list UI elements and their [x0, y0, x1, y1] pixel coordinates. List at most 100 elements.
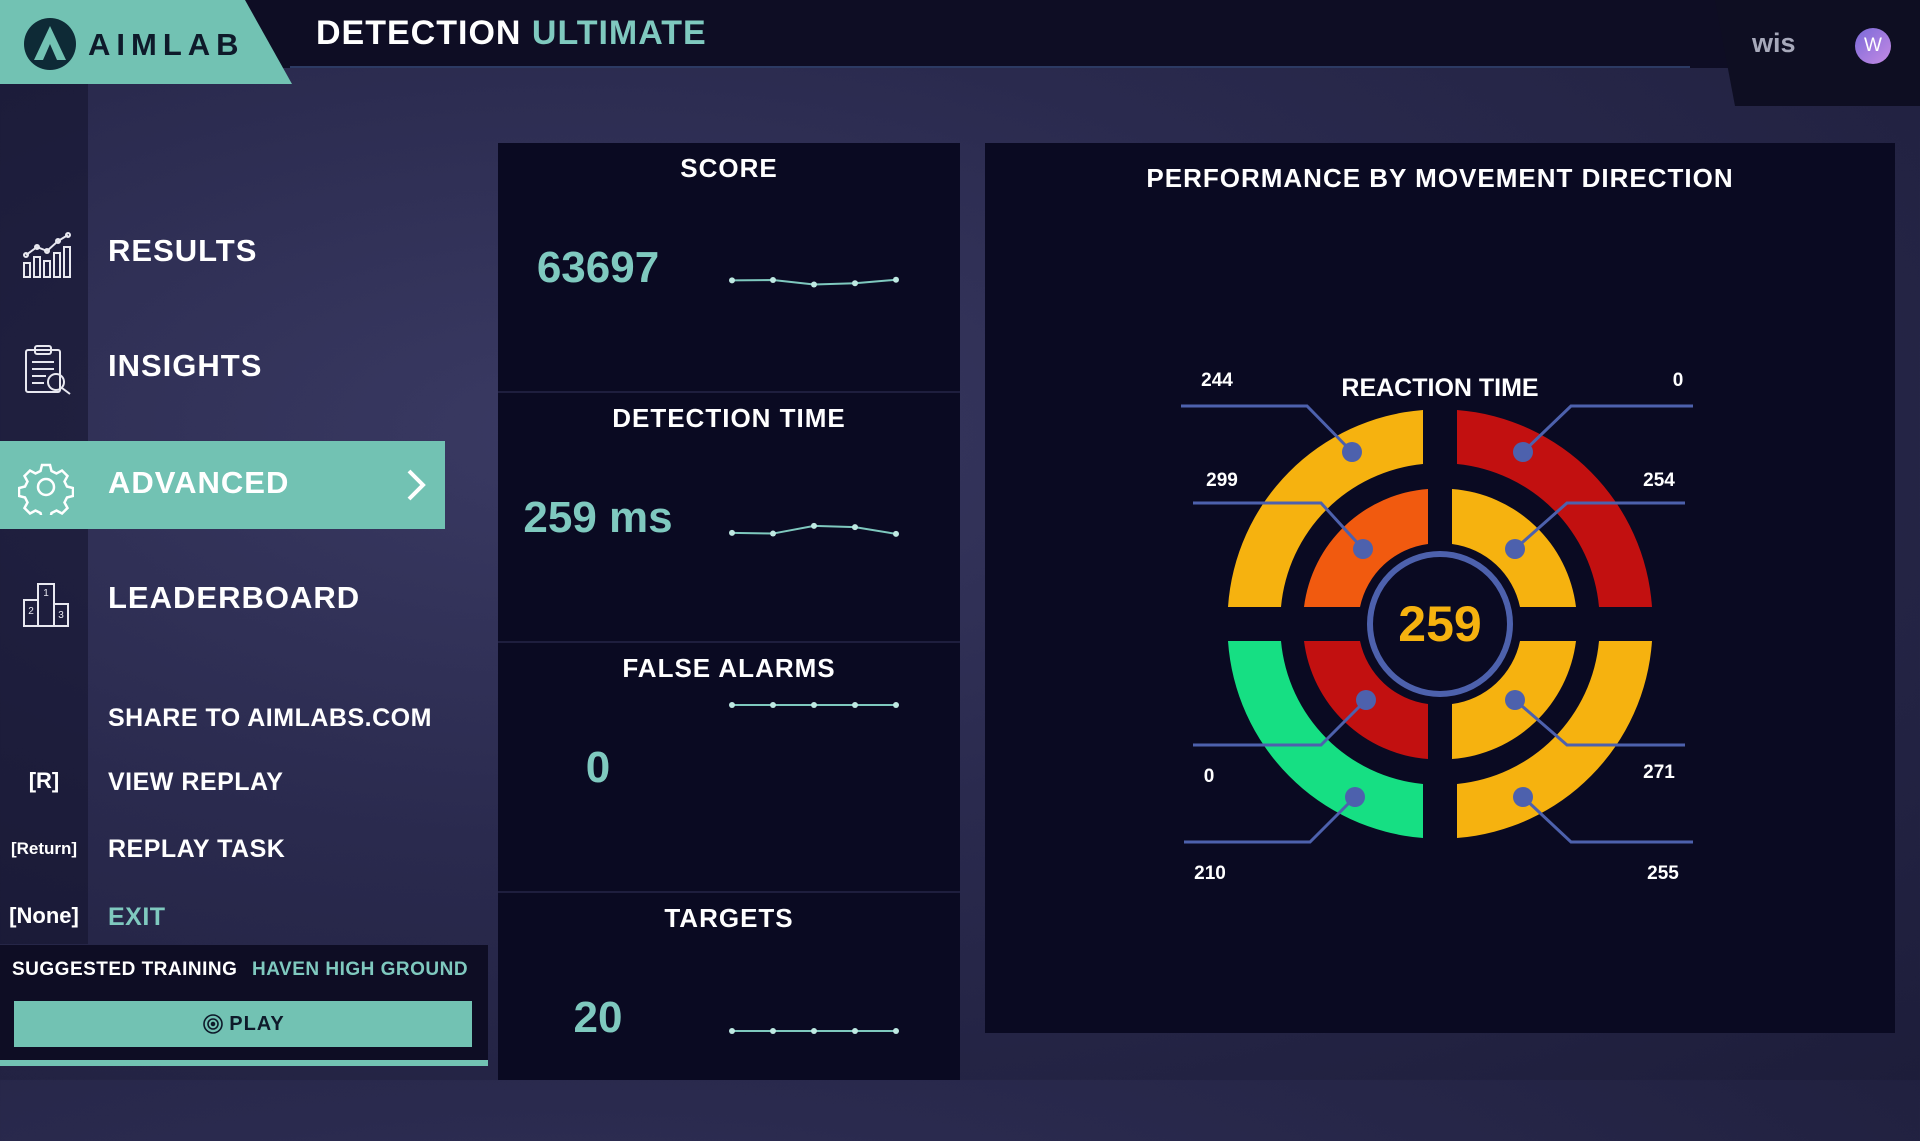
avatar[interactable]: W	[1855, 28, 1891, 64]
nav-item-advanced[interactable]: ADVANCED	[0, 441, 445, 529]
sparkline-point	[852, 280, 858, 287]
score-trend-sparkline	[729, 276, 899, 288]
stat-title: DETECTION TIME	[612, 403, 846, 433]
sparkline-point	[852, 524, 858, 531]
aimlab-logo-icon	[24, 18, 76, 70]
sparkline-point	[811, 281, 817, 288]
nav-label: RESULTS	[108, 233, 258, 268]
stat-value: 0	[585, 743, 611, 792]
exit-label: EXIT	[108, 903, 166, 931]
value-bottom-right-outer: 255	[1647, 863, 1679, 884]
stat-targets: TARGETS 20	[498, 893, 960, 1141]
task-title: DETECTION ULTIMATE	[316, 14, 707, 53]
stat-value: 259 ms	[523, 493, 673, 542]
sparkline-point	[893, 1028, 899, 1034]
exit-action[interactable]: [None] EXIT	[0, 899, 480, 939]
segment-marker	[1353, 539, 1373, 559]
chevron-right-icon	[407, 469, 426, 501]
performance-panel: PERFORMANCE BY MOVEMENT DIRECTION 259 RE…	[985, 143, 1895, 1033]
stat-value: 20	[573, 993, 623, 1042]
task-title-main: DETECTION	[316, 14, 522, 52]
segment-marker	[1513, 787, 1533, 807]
sparkline-point	[729, 702, 735, 708]
sparkline-point	[770, 277, 776, 284]
sparkline-point	[729, 277, 735, 284]
shortcut-key: [None]	[9, 903, 79, 928]
nav-label: LEADERBOARD	[108, 580, 361, 615]
aimlab-logo: AIMLAB	[0, 0, 292, 84]
sparkline-point	[893, 276, 899, 283]
stat-false-alarms: FALSE ALARMS 0	[498, 643, 960, 893]
value-bottom-left-inner: 0	[1204, 766, 1215, 787]
brand-name: AIMLAB	[88, 27, 245, 62]
sparkline-point	[770, 702, 776, 708]
clipboard-icon	[25, 345, 71, 395]
podium-icon: 2 1 3	[23, 583, 69, 627]
replay-task-label: REPLAY TASK	[108, 835, 286, 863]
replay-task-action[interactable]: [Return] REPLAY TASK	[0, 831, 480, 871]
value-top-right-outer: 0	[1673, 370, 1684, 391]
segment-marker	[1505, 539, 1525, 559]
stat-detection-time: DETECTION TIME 259 ms	[498, 393, 960, 643]
stat-title: FALSE ALARMS	[622, 653, 836, 683]
nav-item-leaderboard[interactable]: 2 1 3 LEADERBOARD	[0, 556, 445, 644]
sparkline-point	[811, 522, 817, 529]
sparkline-point	[893, 530, 899, 537]
stats-panel: SCORE 63697 DETECTION TIME 259 ms FALSE …	[498, 143, 960, 1080]
false-alarms-trend-sparkline	[729, 702, 899, 708]
shortcut-key: [R]	[28, 768, 60, 793]
value-top-right-inner: 254	[1643, 470, 1675, 491]
sparkline-point	[852, 1028, 858, 1034]
chart-icon	[23, 232, 71, 278]
center-value: 259	[1398, 596, 1481, 652]
svg-text:3: 3	[58, 610, 64, 621]
suggested-training-accent	[0, 1060, 488, 1066]
view-replay-label: VIEW REPLAY	[108, 768, 284, 796]
play-button[interactable]: PLAY	[14, 1001, 472, 1047]
top-bar-divider	[290, 66, 1690, 68]
segment-marker	[1342, 442, 1362, 462]
top-bar	[0, 0, 1920, 68]
username[interactable]: wis	[1752, 28, 1796, 59]
svg-text:1: 1	[43, 588, 49, 599]
nav-item-results[interactable]: RESULTS	[0, 209, 445, 297]
suggested-training-value[interactable]: HAVEN HIGH GROUND	[252, 959, 468, 981]
segment-marker	[1345, 787, 1365, 807]
share-action[interactable]: SHARE TO AIMLABS.COM	[0, 700, 480, 740]
nav-label: INSIGHTS	[108, 348, 263, 383]
gear-icon	[18, 463, 74, 515]
shortcut-key: [Return]	[10, 839, 78, 858]
reaction-time-radial: 259 REACTION TIME 244 299 0 210 0 254 27…	[1181, 370, 1693, 884]
play-label: PLAY	[229, 1012, 285, 1035]
stat-value: 63697	[536, 243, 660, 292]
value-bottom-left-outer: 210	[1194, 863, 1226, 884]
suggested-training-panel: SUGGESTED TRAINING HAVEN HIGH GROUND PLA…	[0, 945, 488, 1065]
share-label: SHARE TO AIMLABS.COM	[108, 704, 432, 732]
stat-score: SCORE 63697	[498, 143, 960, 393]
sparkline-point	[729, 529, 735, 536]
detection-time-trend-sparkline	[729, 522, 899, 537]
sparkline-point	[770, 530, 776, 537]
value-bottom-right-inner: 271	[1643, 762, 1675, 783]
sparkline-point	[893, 702, 899, 708]
segment-marker	[1505, 690, 1525, 710]
stat-title: TARGETS	[664, 903, 794, 933]
suggested-training-label: SUGGESTED TRAINING	[12, 959, 238, 980]
center-label: REACTION TIME	[1341, 374, 1538, 402]
stat-title: SCORE	[680, 153, 778, 183]
segment-marker	[1356, 690, 1376, 710]
sparkline-point	[811, 1028, 817, 1034]
sparkline-point	[811, 702, 817, 708]
task-title-sub: ULTIMATE	[531, 14, 707, 52]
targets-trend-sparkline	[729, 1028, 899, 1034]
sparkline-point	[770, 1028, 776, 1034]
value-top-left-inner: 299	[1206, 470, 1238, 491]
svg-text:2: 2	[28, 606, 34, 617]
nav-label: ADVANCED	[108, 465, 290, 500]
sparkline-point	[852, 702, 858, 708]
crosshair-icon	[203, 1014, 224, 1034]
nav-item-insights[interactable]: INSIGHTS	[0, 324, 445, 412]
view-replay-action[interactable]: [R] VIEW REPLAY	[0, 764, 480, 804]
value-top-left-outer: 244	[1201, 370, 1233, 391]
segment-marker	[1513, 442, 1533, 462]
